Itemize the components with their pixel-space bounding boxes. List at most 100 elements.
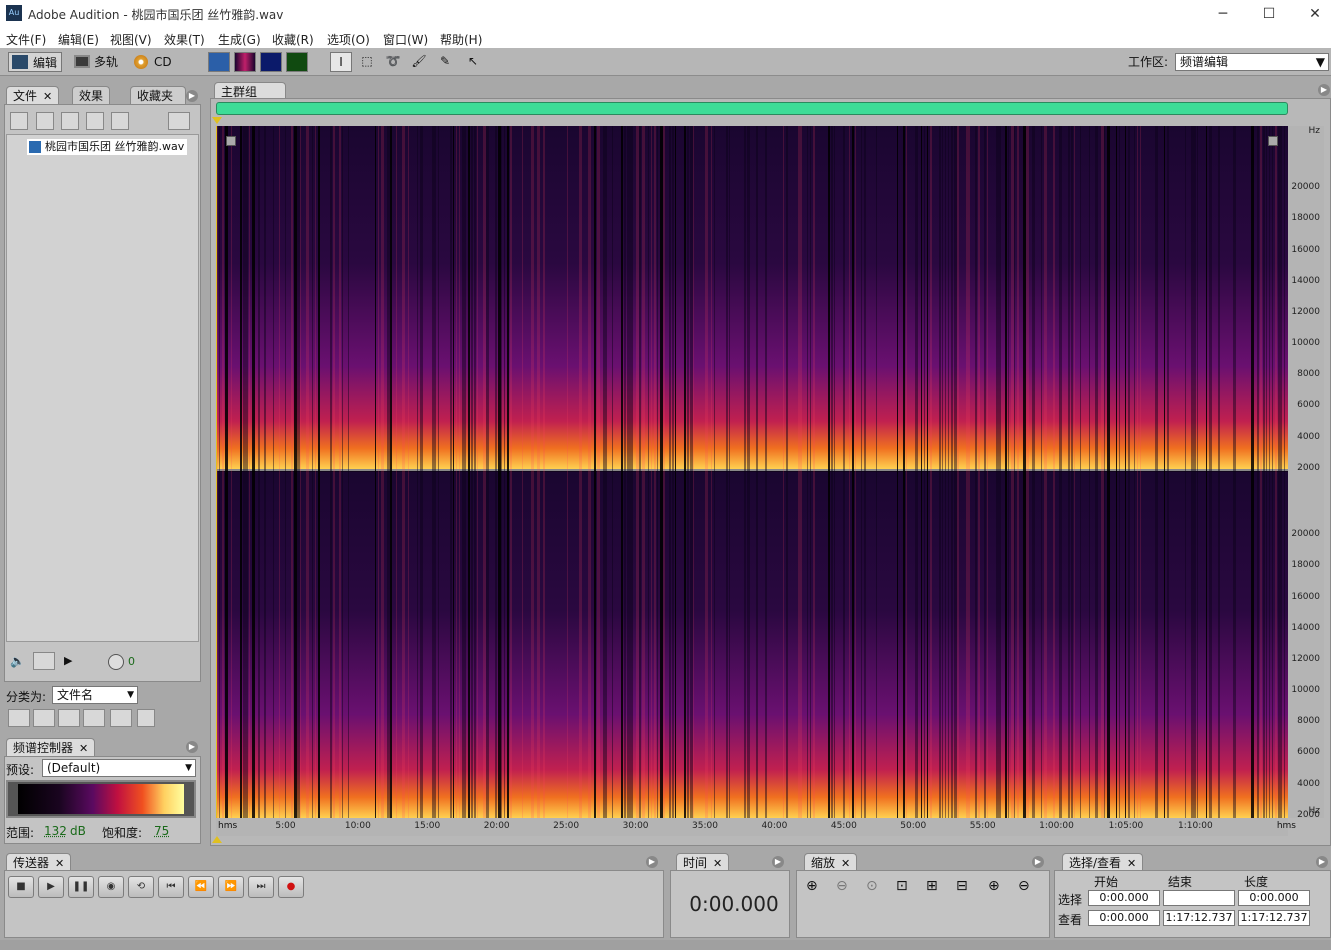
menu-edit[interactable]: 编辑(E) xyxy=(58,31,99,48)
go-to-end-button[interactable]: ⏭ xyxy=(248,876,274,898)
panel-menu-icon[interactable]: ▶ xyxy=(646,856,658,868)
time-selection-tool-icon[interactable]: I xyxy=(330,52,352,72)
zoom-corner-icon[interactable] xyxy=(226,136,236,146)
open-file-icon[interactable] xyxy=(10,112,28,130)
menu-window[interactable]: 窗口(W) xyxy=(383,31,428,48)
view-start-field[interactable]: 0:00.000 xyxy=(1088,910,1160,926)
menu-view[interactable]: 视图(V) xyxy=(110,31,152,48)
fast-forward-button[interactable]: ⏩ xyxy=(218,876,244,898)
spectral-pan-icon[interactable] xyxy=(260,52,282,72)
filter-midi-icon[interactable] xyxy=(83,709,105,727)
filter-clip-icon[interactable] xyxy=(137,709,155,727)
file-list-item[interactable]: 桃园市国乐团 丝竹雅韵.wav xyxy=(27,139,188,155)
panel-menu-icon[interactable]: ▶ xyxy=(186,90,198,102)
filter-loop-icon[interactable] xyxy=(33,709,55,727)
autoplay-icon[interactable]: 🔈 xyxy=(10,654,25,668)
filter-funnel-icon[interactable] xyxy=(110,709,132,727)
go-to-start-button[interactable]: ⏮ xyxy=(158,876,184,898)
panel-menu-icon[interactable]: ▶ xyxy=(772,856,784,868)
cd-view-button[interactable]: CD xyxy=(132,52,176,72)
lasso-tool-icon[interactable]: ➰ xyxy=(382,52,404,72)
tab-zoom[interactable]: 缩放 ✕ xyxy=(804,853,858,871)
close-icon[interactable]: ✕ xyxy=(79,742,88,755)
edit-view-button[interactable]: 编辑 xyxy=(8,52,62,72)
waveform-display-icon[interactable] xyxy=(208,52,230,72)
menu-help[interactable]: 帮助(H) xyxy=(440,31,482,48)
range-value[interactable]: 132 xyxy=(44,824,67,838)
minimize-icon[interactable]: ─ xyxy=(1200,0,1246,28)
zoom-to-left-edge-icon[interactable]: ⊞ xyxy=(926,878,938,894)
tab-selection-view[interactable]: 选择/查看 ✕ xyxy=(1062,853,1144,871)
tab-favorites[interactable]: 收藏夹 xyxy=(130,86,186,104)
menu-file[interactable]: 文件(F) xyxy=(6,31,46,48)
filter-video-icon[interactable] xyxy=(58,709,80,727)
preset-select[interactable]: (Default) ▼ xyxy=(42,759,196,777)
maximize-icon[interactable]: ☐ xyxy=(1246,0,1292,28)
insert-multitrack-icon[interactable] xyxy=(61,112,79,130)
zoom-out-vertical-icon[interactable]: ⊖ xyxy=(1018,878,1030,894)
selection-start-field[interactable]: 0:00.000 xyxy=(1088,890,1160,906)
view-length-field[interactable]: 1:17:12.737 xyxy=(1238,910,1310,926)
tab-time[interactable]: 时间 ✕ xyxy=(676,853,730,871)
spectral-display-icon[interactable] xyxy=(234,52,256,72)
effects-paintbrush-icon[interactable]: 🖌 xyxy=(408,52,430,72)
color-gradient-bar[interactable] xyxy=(6,780,196,818)
panel-menu-icon[interactable]: ▶ xyxy=(186,741,198,753)
close-icon[interactable]: ✕ xyxy=(841,857,850,870)
close-icon[interactable]: ✕ xyxy=(713,857,722,870)
menu-generate[interactable]: 生成(G) xyxy=(218,31,261,48)
close-icon[interactable]: ✕ xyxy=(43,90,52,103)
zoom-out-horizontal-icon[interactable]: ⊖ xyxy=(836,878,848,894)
close-file-icon[interactable] xyxy=(36,112,54,130)
zoom-corner-icon[interactable] xyxy=(1268,136,1278,146)
panel-menu-icon[interactable]: ▶ xyxy=(1032,856,1044,868)
play-from-cursor-button[interactable]: ◉ xyxy=(98,876,124,898)
zoom-out-full-icon[interactable]: ⊙ xyxy=(866,878,878,894)
spot-healing-brush-icon[interactable]: ✎ xyxy=(434,52,456,72)
insert-cd-icon[interactable] xyxy=(86,112,104,130)
panel-menu-icon[interactable]: ▶ xyxy=(1318,84,1330,96)
tab-spectral-controller[interactable]: 频谱控制器 ✕ xyxy=(6,738,96,756)
marquee-tool-icon[interactable]: ⬚ xyxy=(356,52,378,72)
playhead-marker-icon[interactable] xyxy=(212,836,222,843)
edit-file-icon[interactable] xyxy=(111,112,129,130)
record-button[interactable]: ● xyxy=(278,876,304,898)
zoom-in-horizontal-icon[interactable]: ⊕ xyxy=(806,878,818,894)
tab-effects[interactable]: 效果 xyxy=(72,86,111,104)
loop-icon[interactable] xyxy=(33,652,55,670)
pause-button[interactable]: ❚❚ xyxy=(68,876,94,898)
rewind-button[interactable]: ⏪ xyxy=(188,876,214,898)
zoom-in-vertical-icon[interactable]: ⊕ xyxy=(988,878,1000,894)
stop-button[interactable]: ■ xyxy=(8,876,34,898)
view-end-field[interactable]: 1:17:12.737 xyxy=(1163,910,1235,926)
close-icon[interactable]: ✕ xyxy=(1292,0,1331,28)
filter-audio-icon[interactable] xyxy=(8,709,30,727)
zoom-to-selection-icon[interactable]: ⊡ xyxy=(896,878,908,894)
selection-length-field[interactable]: 0:00.000 xyxy=(1238,890,1310,906)
loop-button[interactable]: ⟲ xyxy=(128,876,154,898)
spectrogram-display[interactable] xyxy=(216,126,1288,818)
show-options-icon[interactable] xyxy=(168,112,190,130)
close-icon[interactable]: ✕ xyxy=(55,857,64,870)
tab-effects-label: 效果 xyxy=(79,89,104,103)
play-icon[interactable]: ▶ xyxy=(64,654,72,667)
zoom-to-right-edge-icon[interactable]: ⊟ xyxy=(956,878,968,894)
multitrack-view-button[interactable]: 多轨 xyxy=(72,52,124,72)
playhead-marker-icon[interactable] xyxy=(212,117,222,124)
play-button[interactable]: ▶ xyxy=(38,876,64,898)
menu-effects[interactable]: 效果(T) xyxy=(164,31,205,48)
selection-end-field[interactable] xyxy=(1163,890,1235,906)
sort-select[interactable]: 文件名 ▼ xyxy=(52,686,138,704)
tab-files[interactable]: 文件 ✕ xyxy=(6,86,60,104)
spectral-phase-icon[interactable] xyxy=(286,52,308,72)
volume-knob[interactable] xyxy=(108,654,124,670)
saturation-value[interactable]: 75 xyxy=(154,824,169,838)
overview-scrollbar[interactable] xyxy=(216,102,1288,115)
menu-favorites[interactable]: 收藏(R) xyxy=(272,31,314,48)
close-icon[interactable]: ✕ xyxy=(1127,857,1136,870)
menu-options[interactable]: 选项(O) xyxy=(327,31,370,48)
panel-menu-icon[interactable]: ▶ xyxy=(1316,856,1328,868)
scrub-tool-icon[interactable]: ↖ xyxy=(462,52,484,72)
workspace-select[interactable]: 频谱编辑 ▼ xyxy=(1175,53,1329,71)
tab-transport[interactable]: 传送器 ✕ xyxy=(6,853,72,871)
